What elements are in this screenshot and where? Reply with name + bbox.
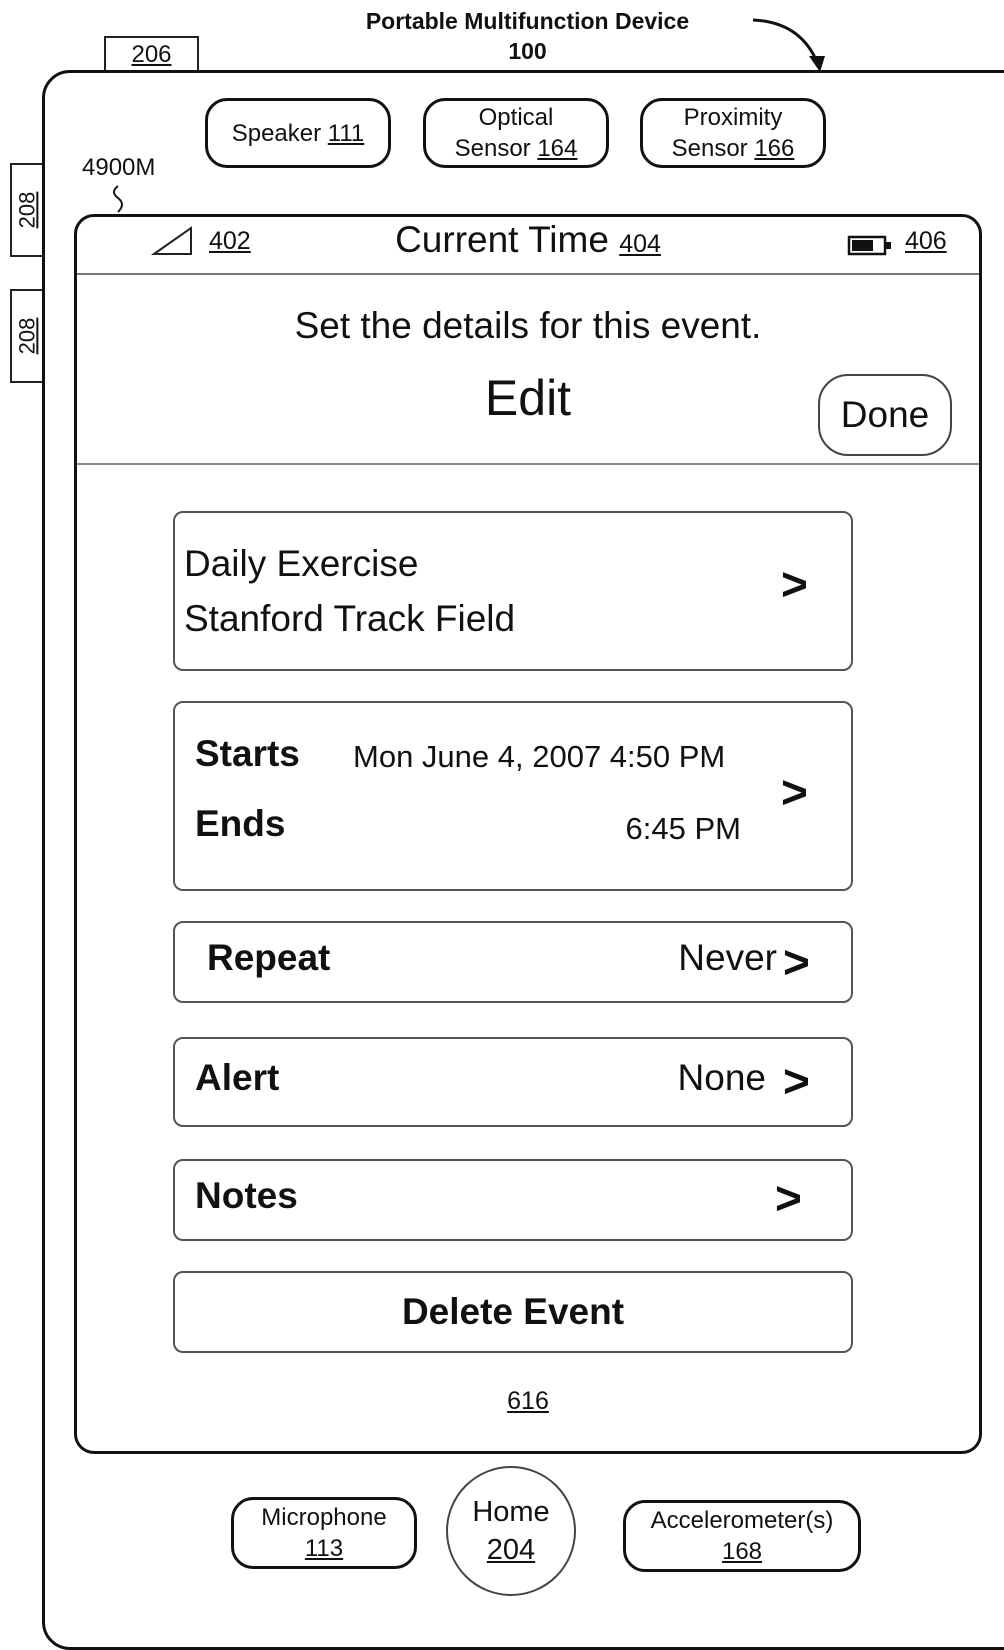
accelerometer-label: Accelerometer(s) xyxy=(650,1507,834,1534)
optical-sensor-line2: Sensor xyxy=(454,135,531,162)
screen-ref-leader xyxy=(113,185,123,213)
notes-label: Notes xyxy=(195,1175,298,1216)
home-ref: 204 xyxy=(486,1534,536,1566)
top-side-button-tab: 206 xyxy=(104,36,199,74)
speaker-label-box: Speaker 111 xyxy=(205,98,391,168)
volume-button-ref-upper: 208 xyxy=(14,191,39,229)
header-divider xyxy=(77,463,979,465)
delete-event-label: Delete Event xyxy=(401,1291,625,1332)
volume-button-ref-lower: 208 xyxy=(14,317,39,355)
device-ref-number: 100 xyxy=(508,38,547,64)
optical-sensor-box: Optical Sensor 164 xyxy=(423,98,609,168)
current-time-label: Current Time xyxy=(395,219,609,260)
alert-row[interactable]: Alert None > xyxy=(173,1037,853,1127)
event-time-row[interactable]: Starts Mon June 4, 2007 4:50 PM Ends 6:4… xyxy=(173,701,853,891)
speaker-label: Speaker xyxy=(231,119,322,147)
repeat-label: Repeat xyxy=(207,937,331,978)
speaker-ref: 111 xyxy=(327,119,365,147)
figure-title: Portable Multifunction Device 100 xyxy=(300,6,755,66)
ends-value: 6:45 PM xyxy=(625,811,741,846)
chevron-right-icon: > xyxy=(775,1172,802,1224)
microphone-ref: 113 xyxy=(304,1535,344,1562)
screen-bottom-ref: 616 xyxy=(507,1387,549,1415)
alert-value: None xyxy=(677,1057,766,1098)
proximity-sensor-ref: 166 xyxy=(754,135,795,162)
chevron-right-icon: > xyxy=(783,1055,810,1107)
accelerometer-ref: 168 xyxy=(721,1538,763,1565)
repeat-value: Never xyxy=(678,937,777,978)
figure-title-text: Portable Multifunction Device xyxy=(365,8,690,34)
device-pointer-arrow xyxy=(752,18,825,72)
status-bar: 402 Current Time 404 406 xyxy=(77,217,979,275)
repeat-row[interactable]: Repeat Never > xyxy=(173,921,853,1003)
screen-ref-label: 4900M xyxy=(82,154,156,181)
starts-value: Mon June 4, 2007 4:50 PM xyxy=(353,739,726,774)
home-label: Home xyxy=(472,1496,550,1528)
status-title-row: Current Time 404 xyxy=(77,219,979,261)
optical-sensor-ref: 164 xyxy=(537,135,578,162)
proximity-sensor-line1: Proximity xyxy=(683,104,783,131)
accelerometer-box: Accelerometer(s) 168 xyxy=(623,1500,861,1572)
volume-button-tab-lower: 208 xyxy=(10,289,44,383)
event-location: Stanford Track Field xyxy=(184,598,516,639)
battery-icon xyxy=(847,235,891,256)
proximity-sensor-box: Proximity Sensor 166 xyxy=(640,98,826,168)
alert-label: Alert xyxy=(195,1057,280,1098)
battery-ref: 406 xyxy=(905,227,947,255)
notes-row[interactable]: Notes > xyxy=(173,1159,853,1241)
home-button[interactable]: Home 204 xyxy=(446,1466,576,1596)
done-button[interactable]: Done xyxy=(818,374,952,456)
touch-screen: 402 Current Time 404 406 Set the details… xyxy=(74,214,982,1454)
microphone-label: Microphone xyxy=(261,1504,387,1531)
edit-prompt: Set the details for this event. xyxy=(294,305,762,346)
event-name: Daily Exercise xyxy=(184,543,419,584)
starts-label: Starts xyxy=(195,733,300,774)
volume-button-tab-upper: 208 xyxy=(10,163,44,257)
microphone-box: Microphone 113 xyxy=(231,1497,417,1569)
current-time-ref: 404 xyxy=(619,230,661,258)
chevron-right-icon: > xyxy=(783,936,810,988)
ends-label: Ends xyxy=(195,803,286,844)
proximity-sensor-line2: Sensor xyxy=(671,135,748,162)
chevron-right-icon: > xyxy=(781,766,808,818)
top-side-button-ref: 206 xyxy=(131,41,172,68)
chevron-right-icon: > xyxy=(781,558,808,610)
delete-event-button[interactable]: Delete Event xyxy=(173,1271,853,1353)
optical-sensor-line1: Optical xyxy=(478,104,554,131)
event-title-location-row[interactable]: Daily Exercise Stanford Track Field > xyxy=(173,511,853,671)
